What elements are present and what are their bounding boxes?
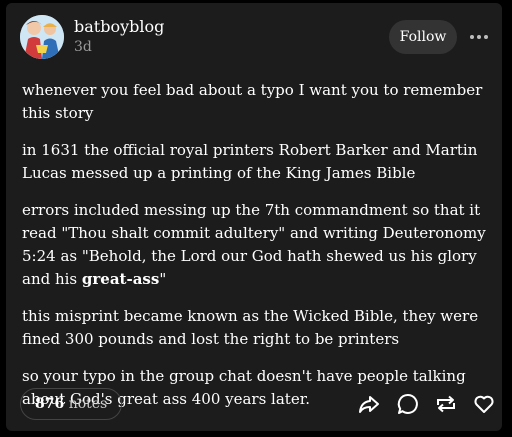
avatar-image: [20, 15, 64, 59]
more-horizontal-icon: [470, 35, 488, 39]
post-paragraph: in 1631 the official royal printers Robe…: [22, 141, 478, 182]
notes-count: 876: [35, 396, 65, 412]
post-paragraph: this misprint became known as the Wicked…: [22, 307, 479, 348]
reply-icon: [397, 393, 418, 414]
post-footer: 876 notes: [20, 388, 494, 422]
notes-button[interactable]: 876 notes: [20, 388, 123, 420]
post-paragraph: whenever you feel bad about a typo I wan…: [22, 81, 483, 122]
like-button[interactable]: [472, 392, 496, 416]
post-header: batboyblog 3d Follow: [20, 15, 490, 61]
reblog-button[interactable]: [434, 392, 458, 416]
follow-button[interactable]: Follow: [389, 20, 457, 54]
notes-label: notes: [68, 396, 108, 412]
post-bold-text: great-ass: [81, 270, 160, 288]
post-card: batboyblog 3d Follow whenever you feel b…: [6, 3, 502, 431]
avatar[interactable]: [20, 15, 64, 59]
post-paragraph: errors included messing up the 7th comma…: [22, 199, 492, 291]
post-body: whenever you feel bad about a typo I wan…: [22, 79, 492, 425]
share-icon: [359, 396, 379, 413]
like-icon: [474, 395, 494, 413]
post-timestamp[interactable]: 3d: [74, 39, 92, 55]
more-options-button[interactable]: [468, 27, 490, 47]
post-paragraph-text: ": [159, 270, 167, 288]
reblog-icon: [437, 395, 455, 413]
blog-name[interactable]: batboyblog: [74, 17, 164, 36]
reply-button[interactable]: [396, 392, 420, 416]
share-button[interactable]: [357, 392, 381, 416]
